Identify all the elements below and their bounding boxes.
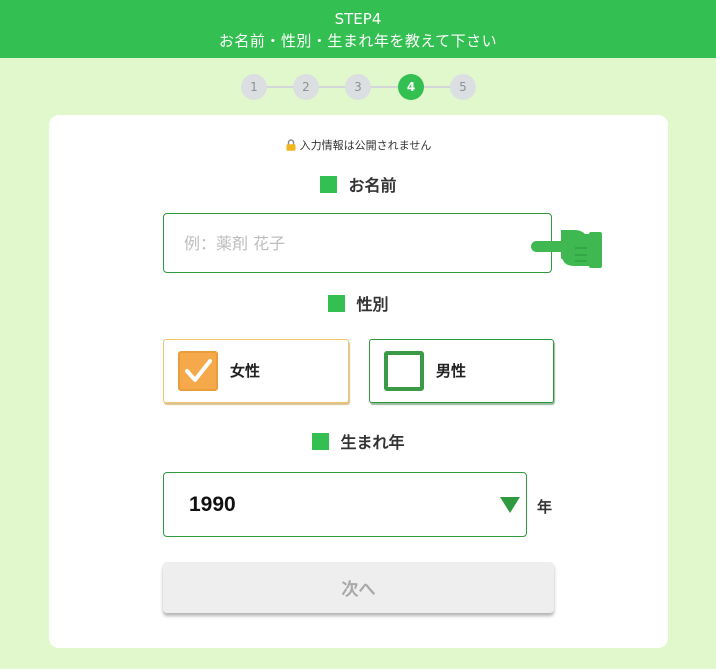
page-title: お名前・性別・生まれ年を教えて下さい — [218, 32, 498, 50]
male-label: 男性 — [436, 362, 467, 380]
gender-option-female[interactable]: 女性 — [163, 339, 349, 403]
section-marker — [328, 295, 346, 312]
section-marker — [312, 433, 330, 450]
birth-year-label-text: 生まれ年 — [340, 433, 405, 452]
step-2: 2 — [293, 74, 319, 100]
female-label: 女性 — [230, 362, 261, 380]
gender-label-text: 性別 — [356, 295, 389, 314]
birth-year-select[interactable]: 1990 — [163, 472, 527, 537]
year-unit-label: 年 — [537, 498, 553, 516]
page-header: STEP4 お名前・性別・生まれ年を教えて下さい — [0, 0, 716, 58]
lock-icon — [286, 139, 296, 156]
male-checkbox[interactable] — [384, 351, 424, 391]
step-indicator: STEP4 — [334, 10, 382, 28]
name-section-label: お名前 — [49, 176, 668, 196]
pointing-hand-icon — [531, 224, 603, 276]
female-checkbox[interactable] — [178, 351, 218, 391]
checkmark-icon — [185, 359, 212, 382]
privacy-text: 入力情報は公開されません — [299, 139, 432, 152]
birth-year-value: 1990 — [189, 493, 236, 516]
progress-stepper: 1 2 3 4 5 — [241, 74, 477, 100]
step-4-current: 4 — [398, 74, 424, 100]
name-label-text: お名前 — [348, 176, 397, 195]
form-card: 入力情報は公開されません お名前 性別 女性 男性 生まれ年 19 — [49, 115, 668, 648]
section-marker — [320, 176, 338, 193]
name-input[interactable] — [163, 213, 552, 273]
gender-option-male[interactable]: 男性 — [369, 339, 554, 403]
step-3: 3 — [345, 74, 371, 100]
next-button[interactable]: 次へ — [163, 562, 554, 613]
dropdown-triangle-icon — [500, 497, 520, 517]
birth-year-section-label: 生まれ年 — [49, 433, 668, 453]
gender-section-label: 性別 — [49, 295, 668, 315]
privacy-note: 入力情報は公開されません — [49, 138, 668, 156]
step-1: 1 — [241, 74, 267, 100]
step-5: 5 — [450, 74, 476, 100]
